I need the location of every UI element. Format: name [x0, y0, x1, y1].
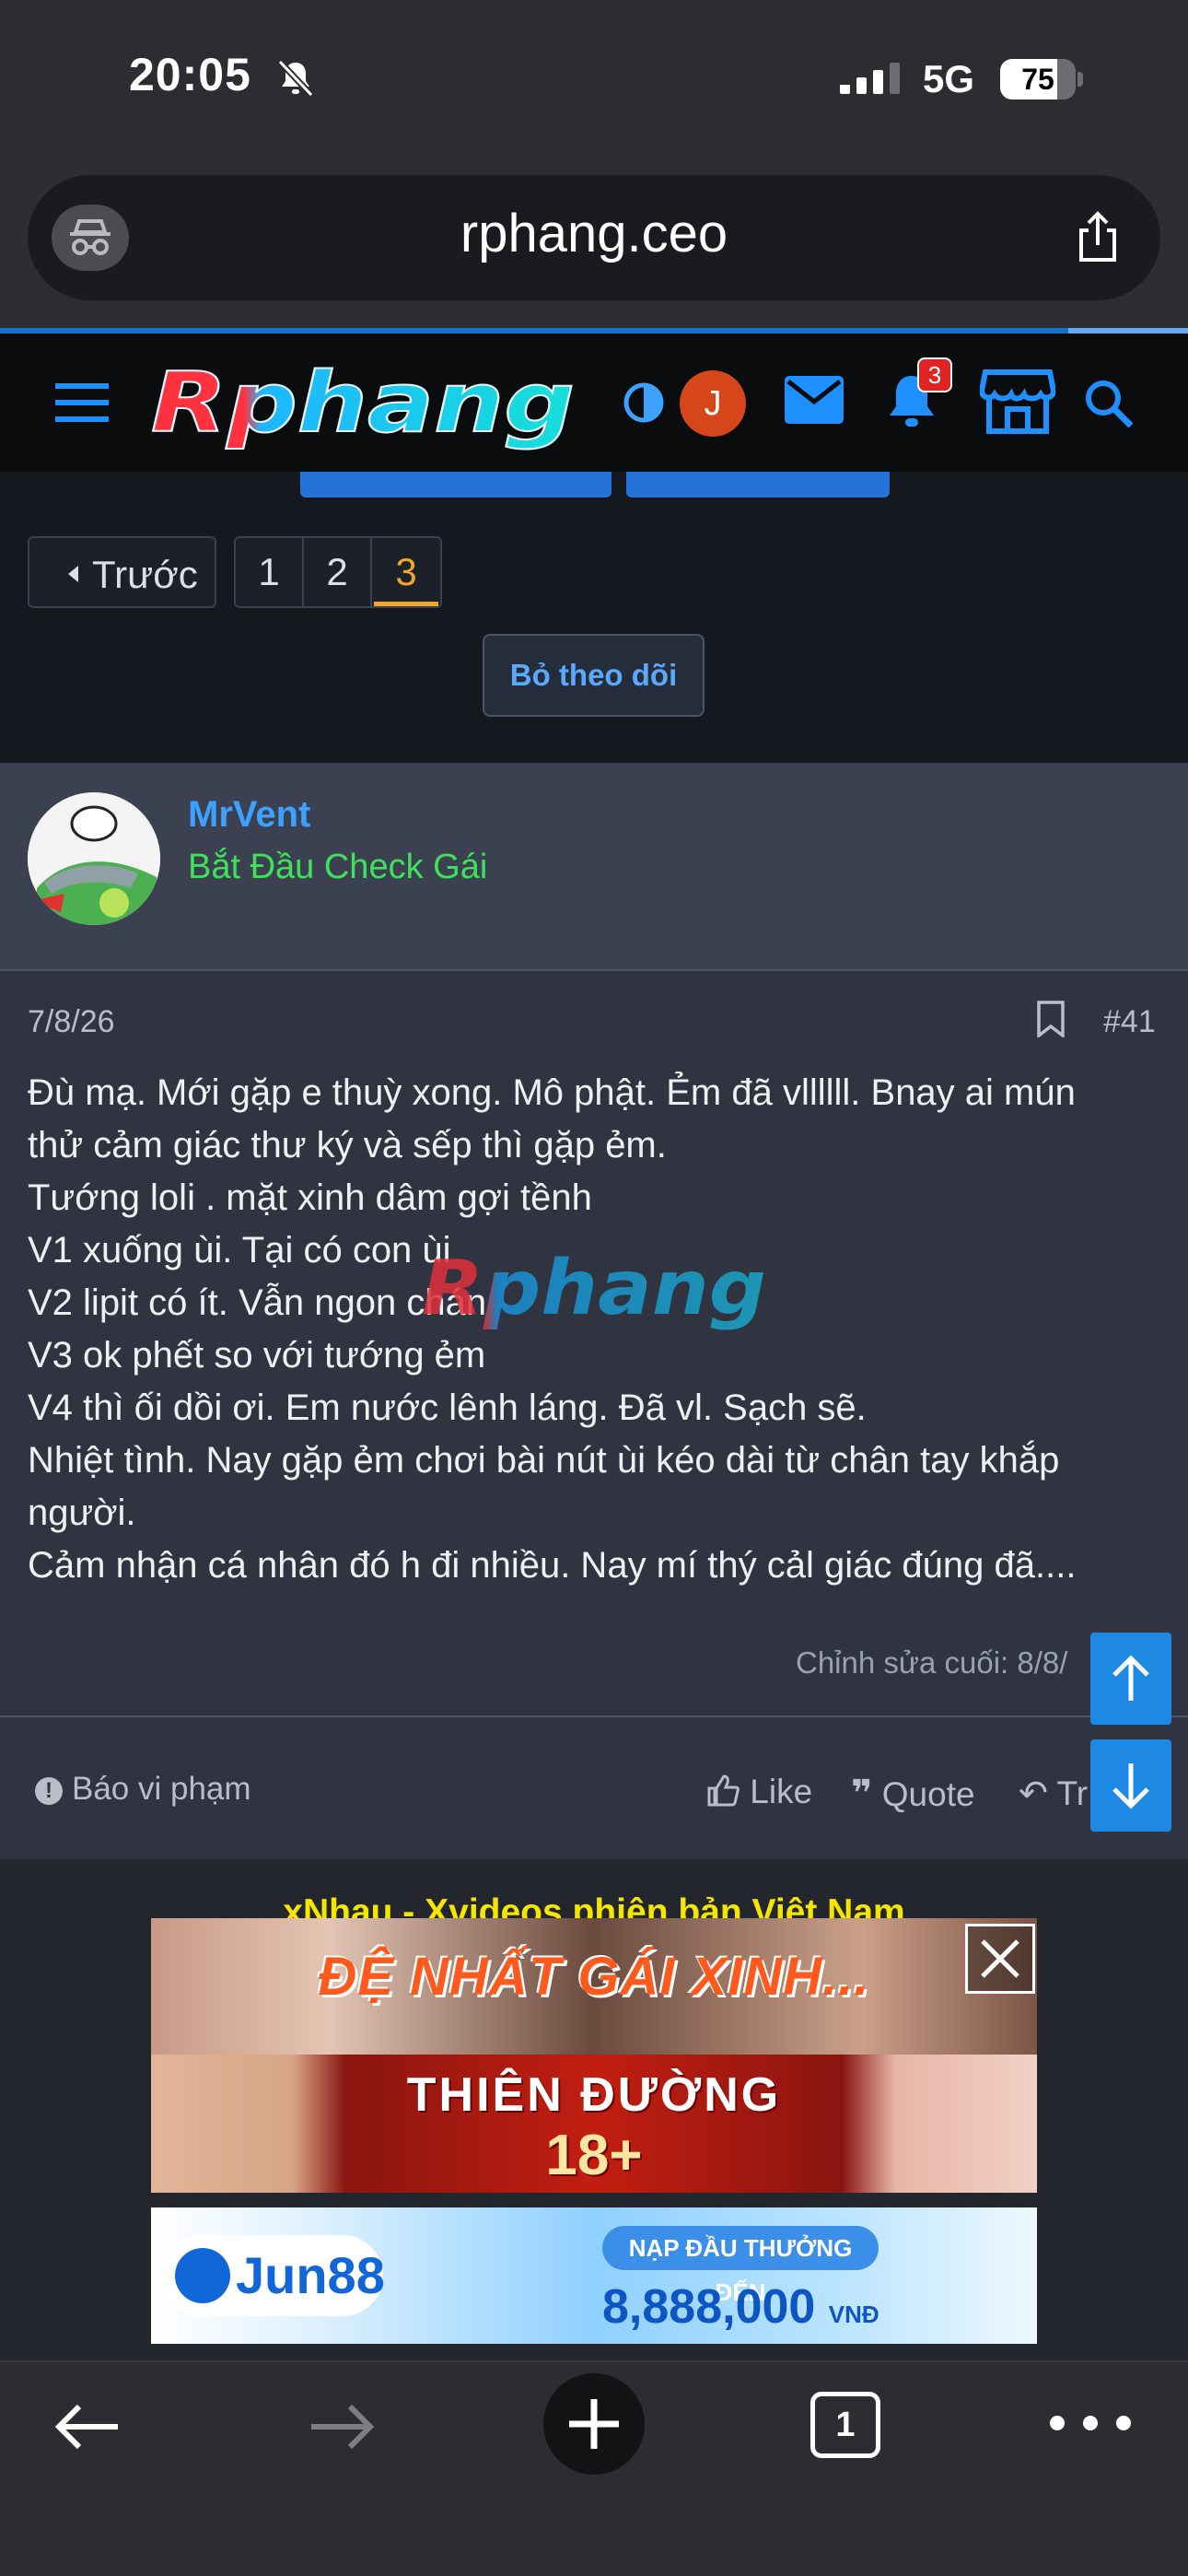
bookmark-icon[interactable]: [1035, 1001, 1066, 1037]
svg-text:Rphang: Rphang: [151, 355, 575, 451]
network-type: 5G: [923, 57, 975, 100]
quote-icon: ❞: [851, 1774, 873, 1814]
post-actions: ! Báo vi phạm Like ❞ Quote ↶ Tr: [0, 1715, 1188, 1859]
watermark-logo: Rphang: [422, 1245, 766, 1332]
post-date[interactable]: 7/8/26: [28, 1004, 115, 1040]
post: MrVent Bắt Đầu Check Gái 7/8/26 #41 Đù m…: [0, 763, 1188, 1859]
caret-left-icon: [68, 566, 78, 582]
battery-icon: 75: [1000, 59, 1083, 100]
post-line: Nhiệt tình. Nay gặp ẻm chơi bài nút ùi k…: [28, 1440, 1060, 1481]
arrow-up-icon: [1112, 1655, 1149, 1701]
avatar[interactable]: J: [680, 370, 746, 437]
page-link-1[interactable]: 1: [236, 538, 304, 606]
report-link[interactable]: ! Báo vi phạm: [35, 1771, 251, 1808]
thread-controls: Trước 1 2 3 Bỏ theo dõi: [0, 472, 1188, 763]
page-content: Trước 1 2 3 Bỏ theo dõi MrVent Bắt Đầu C…: [0, 472, 1188, 2360]
ad-banner-1[interactable]: ĐỆ NHẤT GÁI XINH...: [151, 1918, 1037, 2055]
ad3-brand: Jun88: [162, 2235, 385, 2316]
back-icon[interactable]: [52, 2399, 123, 2454]
user-avatar[interactable]: [28, 792, 160, 925]
ad-banner-2[interactable]: THIÊN ĐƯỜNG 18+: [151, 2055, 1037, 2193]
quote-button[interactable]: ❞ Quote: [851, 1773, 975, 1815]
new-tab-button[interactable]: [543, 2373, 645, 2475]
post-line: người.: [28, 1493, 136, 1533]
status-bar: 20:05 5G 75: [0, 0, 1188, 166]
quote-label: Quote: [881, 1775, 975, 1813]
ad2-line1: THIÊN ĐƯỜNG: [406, 2068, 782, 2122]
bell-muted-icon: [277, 59, 314, 98]
pagination: 1 2 3: [234, 536, 442, 608]
prev-page-label: Trước: [92, 553, 198, 596]
share-icon[interactable]: [1068, 208, 1127, 267]
thumbs-up-icon: [707, 1774, 740, 1807]
forward-icon[interactable]: [306, 2399, 378, 2454]
report-label: Báo vi phạm: [72, 1771, 251, 1807]
page-link-current[interactable]: 3: [372, 538, 440, 606]
ad-zone: xNhau - Xvideos phiên bản Việt Nam ĐỆ NH…: [0, 1859, 1188, 2360]
site-logo[interactable]: Rphang: [147, 354, 580, 455]
tab-switcher-button[interactable]: 1: [810, 2392, 880, 2458]
alert-icon: !: [35, 1777, 63, 1805]
like-label: Like: [750, 1773, 813, 1810]
more-icon[interactable]: [1046, 2412, 1135, 2434]
page-link-2[interactable]: 2: [304, 538, 372, 606]
reply-icon: ↶: [1019, 1774, 1048, 1813]
post-line: Đù mạ. Mới gặp e thuỳ xong. Mô phật. Ẻm …: [28, 1072, 1076, 1113]
reply-button-partial[interactable]: [300, 472, 611, 498]
ad-banner-3[interactable]: Jun88 NẠP ĐẦU THƯỞNG ĐẾN 8,888,000 VNĐ: [151, 2207, 1037, 2344]
action-button-partial[interactable]: [626, 472, 890, 498]
plus-icon: [569, 2399, 619, 2449]
ad1-text: ĐỆ NHẤT GÁI XINH...: [318, 1947, 870, 2007]
post-line: thử cảm giác thư ký và sếp thì gặp ẻm.: [28, 1125, 667, 1165]
post-line: V3 ok phết so với tướng ẻm: [28, 1335, 486, 1376]
ad3-amount: 8,888,000 VNĐ: [602, 2280, 879, 2334]
like-button[interactable]: Like: [705, 1773, 812, 1811]
store-icon[interactable]: [980, 369, 1055, 435]
address-bar[interactable]: rphang.ceo: [28, 175, 1160, 300]
prev-page-button[interactable]: Trước: [28, 536, 216, 608]
ad3-pill: NẠP ĐẦU THƯỞNG ĐẾN: [602, 2226, 879, 2306]
ad2-line2: 18+: [545, 2124, 643, 2187]
hamburger-icon[interactable]: [55, 383, 109, 422]
unfollow-button[interactable]: Bỏ theo dõi: [483, 634, 705, 717]
url-text[interactable]: rphang.ceo: [28, 203, 1160, 264]
brand-logo-icon: [175, 2248, 230, 2303]
close-icon: [981, 1939, 1019, 1978]
mail-icon[interactable]: [785, 376, 844, 424]
battery-percent: 75: [1021, 63, 1054, 96]
reply-label: Tr: [1056, 1774, 1089, 1812]
ad-close-button[interactable]: [965, 1924, 1035, 1994]
search-icon[interactable]: [1083, 378, 1135, 429]
post-number[interactable]: #41: [1103, 1004, 1156, 1040]
browser-toolbar: 1: [0, 2360, 1188, 2576]
post-line: V4 thì ối dồi ơi. Em nước lênh láng. Đã …: [28, 1388, 867, 1428]
avatar-image: [28, 792, 160, 925]
arrow-down-icon: [1112, 1763, 1149, 1809]
last-edited[interactable]: Chỉnh sửa cuối: 8/8/: [796, 1645, 1067, 1680]
site-header: Rphang J 3: [0, 334, 1188, 472]
notification-badge: 3: [917, 357, 952, 392]
svg-text:Rphang: Rphang: [422, 1245, 766, 1332]
reply-button[interactable]: ↶ Tr: [1019, 1773, 1088, 1814]
scroll-bottom-button[interactable]: [1090, 1739, 1171, 1832]
scroll-top-button[interactable]: [1090, 1633, 1171, 1725]
theme-toggle-icon[interactable]: [623, 381, 665, 424]
status-time: 20:05: [129, 49, 251, 100]
signal-icon: [840, 63, 900, 94]
user-title: Bắt Đầu Check Gái: [188, 848, 488, 886]
post-line: Cảm nhận cá nhân đó h đi nhiều. Nay mí t…: [28, 1545, 1077, 1586]
post-user-header: MrVent Bắt Đầu Check Gái: [0, 763, 1188, 971]
post-line: Tướng loli . mặt xinh dâm gợi tềnh: [28, 1177, 592, 1218]
username[interactable]: MrVent: [188, 794, 310, 836]
